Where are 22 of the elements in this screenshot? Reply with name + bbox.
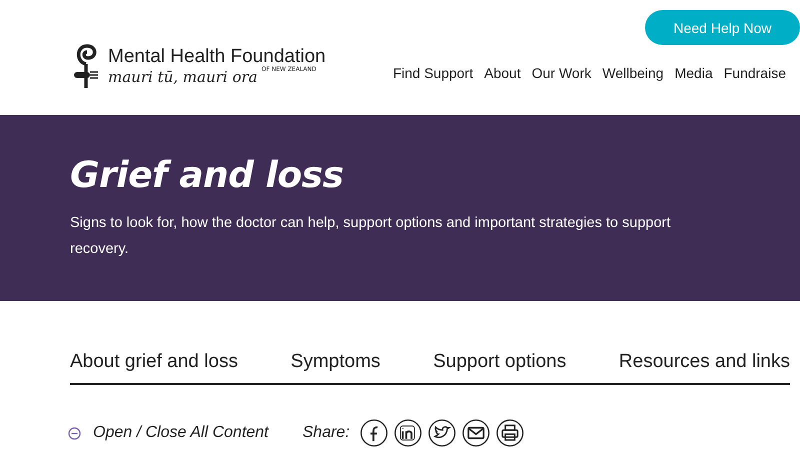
section-tab[interactable]: About grief and loss	[70, 351, 238, 373]
share-label: Share:	[302, 424, 350, 442]
page-title: Grief and loss	[70, 155, 344, 196]
minus-circle-icon	[68, 426, 81, 440]
logo-tagline: mauri tū, mauri ora	[108, 68, 258, 86]
logo-name: Mental Health Foundation	[108, 46, 326, 66]
bird-icon[interactable]	[428, 419, 456, 447]
section-tab[interactable]: Symptoms	[290, 351, 380, 373]
printer-icon[interactable]	[496, 419, 524, 447]
nav-link[interactable]: Find Support	[392, 65, 474, 81]
toggle-all-link[interactable]: Open / Close All Content	[68, 424, 268, 442]
nav-link[interactable]: Fundraise	[724, 65, 786, 81]
facebook-icon[interactable]	[360, 419, 388, 447]
intro-text: Signs to look for, how the doctor can help, support options and important strategies to support recovery.	[70, 214, 672, 259]
envelope-icon[interactable]	[462, 419, 490, 447]
linkedin-icon[interactable]	[394, 419, 422, 447]
section-tab[interactable]: Support options	[433, 351, 566, 373]
section-tab[interactable]: Resources and links	[618, 351, 790, 373]
nav-link[interactable]: Our Work	[532, 65, 592, 81]
nav-link[interactable]: Media	[674, 65, 713, 81]
nav-link[interactable]: About	[484, 65, 521, 81]
nav-link[interactable]: Wellbeing	[602, 65, 664, 81]
